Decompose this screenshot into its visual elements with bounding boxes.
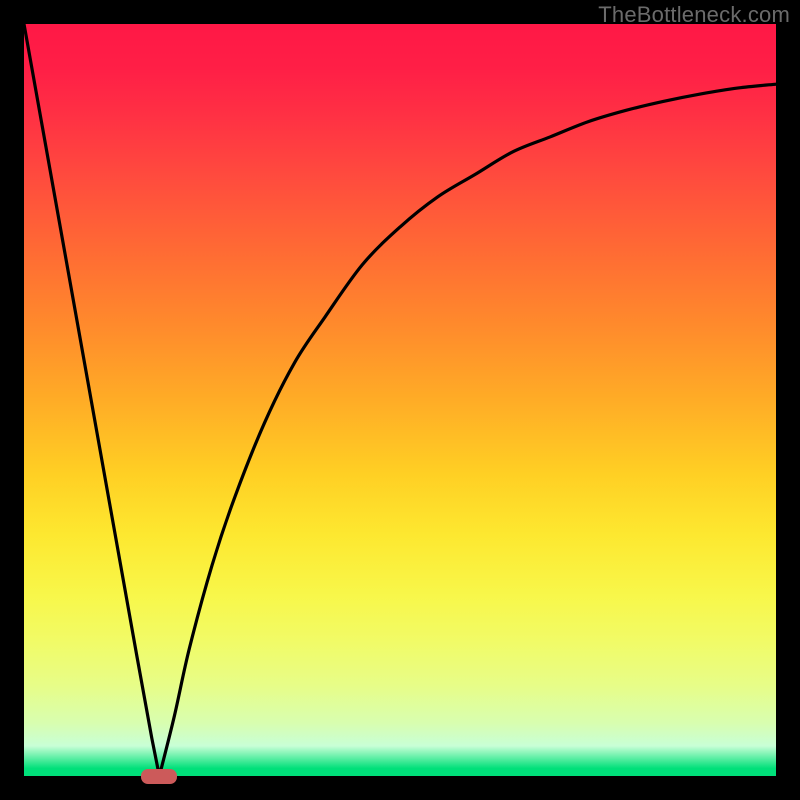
bottleneck-curve	[24, 24, 776, 776]
gradient-plot-area	[24, 24, 776, 776]
minimum-marker	[141, 769, 177, 784]
curve-path	[24, 24, 776, 776]
chart-frame: TheBottleneck.com	[0, 0, 800, 800]
